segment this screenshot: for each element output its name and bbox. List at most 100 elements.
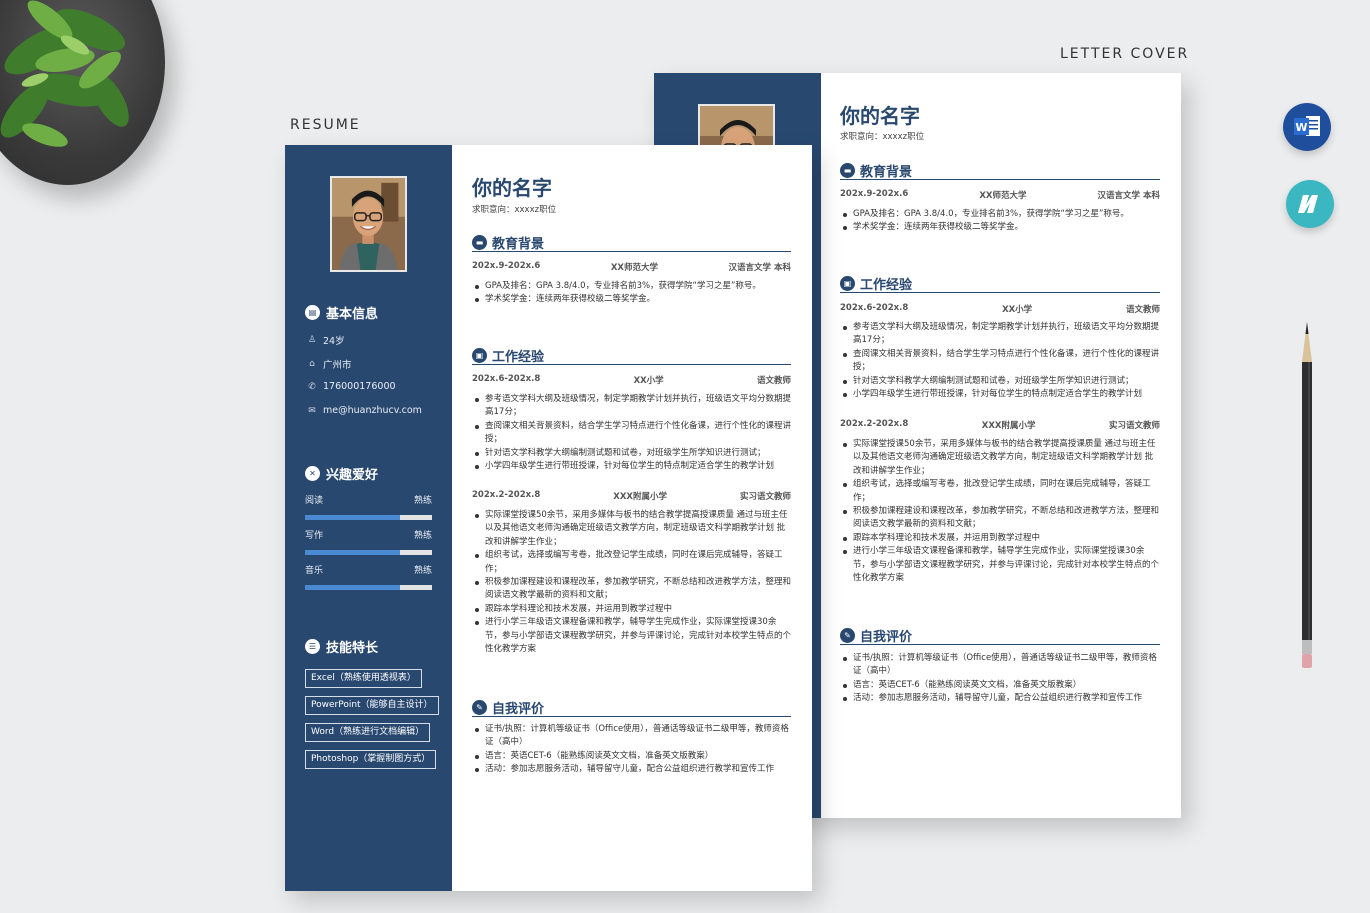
hobby-bar [305,550,432,555]
info-city-text: 广州市 [323,360,352,371]
education-bullets: GPA及排名：GPA 3.8/4.0，专业排名前3%，获得学院“学习之星”称号。… [472,280,791,307]
list-item: 活动：参加志愿服务活动，辅导留守儿童，配合公益组织进行教学和宣传工作 [472,763,791,776]
list-item: 学术奖学金：连续两年获得校级二等奖学金。 [840,221,1160,234]
hobby-reading: 阅读 熟练 [305,493,432,520]
list-item: 跟踪本学科理论和技术发展，并运用到教学过程中 [472,603,791,616]
job1-period: 202x.6-202x.8 [472,374,541,384]
phone-icon: ✆ [308,381,316,392]
hobby-music: 音乐 熟练 [305,563,432,590]
applicant-name: 你的名字 [840,104,920,128]
list-item: 活动：参加志愿服务活动，辅导留守儿童，配合公益组织进行教学和宣传工作 [840,692,1160,705]
job-intent: 求职意向：xxxxz职位 [840,132,925,142]
hobby-bar [305,515,432,520]
n-app-icon[interactable] [1286,180,1334,228]
list-item: 实际课堂授课50余节，采用多媒体与板书的结合教学提高授课质量 通过与班主任以及其… [472,509,791,549]
hobby-heading: ✕ 兴趣爱好 [305,464,378,483]
info-email[interactable]: ✉ me@huanzhucv.com [307,405,422,416]
list-item: 针对语文学科教学大纲编制测试题和试卷，对班级学生所学知识进行测试； [840,375,1160,388]
list-item: 组织考试，选择或编写考卷，批改登记学生成绩，同时在课后完成辅导，答疑工作； [472,549,791,576]
education-major: 汉语言文学 本科 [1097,191,1160,201]
pen-icon: ✎ [840,628,855,643]
info-age: ♙ 24岁 [307,333,345,347]
list-item: 实际课堂授课50余节，采用多媒体与板书的结合教学提高授课质量 通过与班主任以及其… [840,438,1160,478]
job2-org: XXX附属小学 [613,492,667,502]
hobby-icon: ✕ [305,466,320,481]
skill-tag-word: Word（熟练进行文档编辑） [305,723,431,742]
work-heading: ▣ 工作经验 [472,347,791,365]
resume-caption: RESUME [290,117,361,133]
job2-bullets: 实际课堂授课50余节，采用多媒体与板书的结合教学提高授课质量 通过与班主任以及其… [840,438,1160,585]
graduation-cap-icon: ▬ [472,235,487,250]
hobby-bar-fill [305,515,401,520]
education-heading: ▬ 教育背景 [840,162,1160,180]
hobby-bar-fill [305,585,401,590]
job1-bullets: 参考语文学科大纲及班级情况，制定学期教学计划并执行，班级语文平均分数期提高17分… [840,321,1160,401]
work-heading: ▣ 工作经验 [840,275,1160,293]
basic-info-heading: ▤ 基本信息 [305,303,378,322]
education-meta: 202x.9-202x.6 XX师范大学 汉语言文学 本科 [840,189,1160,201]
word-icon[interactable]: W [1283,103,1331,151]
hobby-name: 写作 [305,531,324,541]
list-item: 证书/执照：计算机等级证书（Office使用），普通话等级证书二级甲等，教师资格… [840,652,1160,679]
hobby-level: 熟练 [413,496,432,506]
list-item: 查阅课文相关背景资料，结合学生学习特点进行个性化备课，进行个性化的课程讲授； [472,420,791,447]
mail-icon: ✉ [308,405,316,416]
info-phone-text: 176000176000 [323,381,396,392]
education-major: 汉语言文学 本科 [728,263,791,273]
education-period: 202x.9-202x.6 [472,261,541,271]
potted-plant-decoration [0,0,170,190]
work-title: 工作经验 [492,350,545,365]
hobby-writing: 写作 熟练 [305,528,432,555]
person-icon: ♙ [307,335,317,345]
education-title: 教育背景 [492,237,545,252]
hobby-name: 音乐 [305,566,324,576]
list-item: 进行小学三年级语文课程备课和教学，辅导学生完成作业，实际课堂授课30余节，参与小… [840,545,1160,585]
skill-tag-photoshop: Photoshop（掌握制图方式） [305,750,437,769]
list-item: 小学四年级学生进行带班授课，针对每位学生的特点制定适合学生的教学计划 [840,388,1160,401]
self-eval-bullets: 证书/执照：计算机等级证书（Office使用），普通话等级证书二级甲等，教师资格… [840,652,1160,706]
job2-role: 实习语文教师 [1108,421,1160,431]
job1-org: XX小学 [1002,305,1033,315]
hobby-bar-fill [305,550,401,555]
job1-role: 语文教师 [756,376,791,386]
skills-title: 技能特长 [326,641,379,656]
briefcase-icon: ▣ [840,276,855,291]
hobby-bar [305,585,432,590]
list-item: 针对语文学科教学大纲编制测试题和试卷，对班级学生所学知识进行测试； [472,447,791,460]
job1-role: 语文教师 [1125,305,1160,315]
list-item: 学术奖学金：连续两年获得校级二等奖学金。 [472,293,791,306]
info-phone[interactable]: ✆ 176000176000 [307,381,396,392]
list-item: 证书/执照：计算机等级证书（Office使用），普通话等级证书二级甲等，教师资格… [472,723,791,750]
education-school: XX师范大学 [979,191,1027,201]
id-card-icon: ▤ [305,305,320,320]
job2-bullets: 实际课堂授课50余节，采用多媒体与板书的结合教学提高授课质量 通过与班主任以及其… [472,509,791,656]
word-letter: W [1295,121,1307,134]
plant-leaves-icon [0,0,129,147]
resume-page: ▤ 基本信息 ♙ 24岁 ⌂ 广州市 ✆ 176000176000 ✉ me@h… [285,145,812,891]
self-eval-bullets: 证书/执照：计算机等级证书（Office使用），普通话等级证书二级甲等，教师资格… [472,723,791,777]
job2-org: XXX附属小学 [981,421,1036,431]
job2-meta: 202x.2-202x.8 XXX附属小学 实习语文教师 [840,419,1160,431]
education-heading: ▬ 教育背景 [472,234,791,252]
pen-icon: ✎ [472,700,487,715]
list-item: 查阅课文相关背景资料，结合学生学习特点进行个性化备课，进行个性化的课程讲授； [840,348,1160,375]
list-item: GPA及排名：GPA 3.8/4.0，专业排名前3%，获得学院“学习之星”称号。 [472,280,791,293]
resume-sidebar: ▤ 基本信息 ♙ 24岁 ⌂ 广州市 ✆ 176000176000 ✉ me@h… [285,145,452,891]
job1-org: XX小学 [633,376,664,386]
skill-tag-powerpoint: PowerPoint（能够自主设计） [305,696,439,715]
hobby-level: 熟练 [413,531,432,541]
applicant-name: 你的名字 [472,176,552,200]
list-item: 积极参加课程建设和课程改革，参加教学研究，不断总结和改进教学方法，整理和阅读语文… [840,505,1160,532]
education-bullets: GPA及排名：GPA 3.8/4.0，专业排名前3%，获得学院“学习之星”称号。… [840,208,1160,235]
self-eval-heading: ✎ 自我评价 [472,699,791,717]
education-title: 教育背景 [860,165,913,180]
info-age-text: 24岁 [323,336,345,347]
basic-info-title: 基本信息 [326,307,379,322]
avatar-photo [330,176,407,272]
list-item: 进行小学三年级语文课程备课和教学，辅导学生完成作业，实际课堂授课30余节，参与小… [472,616,791,656]
info-email-text: me@huanzhucv.com [323,405,422,416]
skills-heading: ☰ 技能特长 [305,637,378,656]
list-item: 参考语文学科大纲及班级情况，制定学期教学计划并执行，班级语文平均分数期提高17分… [840,321,1160,348]
briefcase-icon: ▣ [472,348,487,363]
list-item: 语言：英语CET-6（能熟练阅读英文文档，准备英文版教案） [840,679,1160,692]
